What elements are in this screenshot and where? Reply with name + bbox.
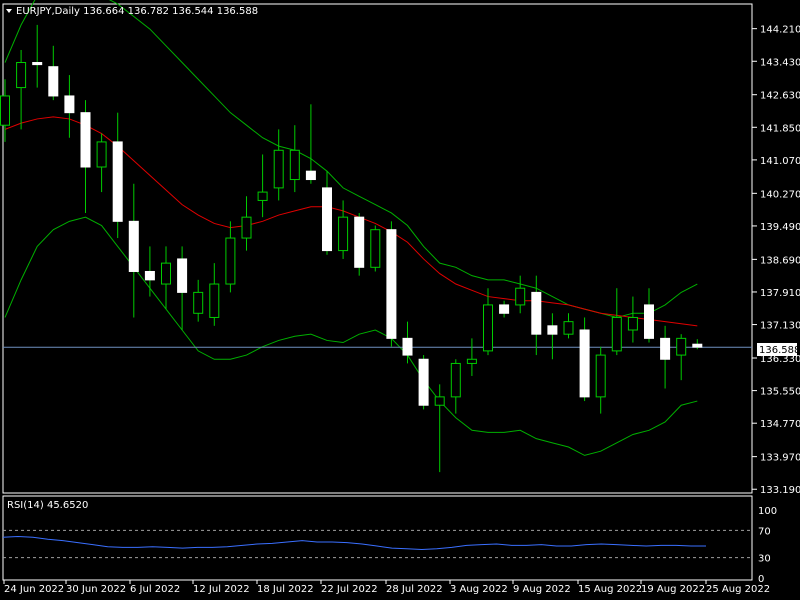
symbol-info: EURJPY,Daily 136.664 136.782 136.544 136… [16,6,258,17]
rsi-pane [2,529,752,559]
time-axis-label: 18 Jul 2022 [257,584,314,595]
bull-candle [209,283,220,318]
bull-candle [370,229,381,268]
bull-candle [257,191,268,201]
bull-candle [16,62,27,89]
time-axis-label: 3 Aug 2022 [450,584,508,595]
bull-candle [483,304,493,352]
time-axis-label: 15 Aug 2022 [578,584,642,595]
bear-candle [144,270,155,281]
time-axis-label: 25 Aug 2022 [706,584,770,595]
bear-candle [305,170,316,181]
price-axis-label: 137.910 [760,288,800,299]
bull-candle [289,149,300,181]
bollinger-lower-line [4,216,698,456]
bull-candle [96,141,107,168]
bear-candle [386,229,397,339]
rsi-axis-label: 0 [758,574,764,585]
price-axis-label: 133.190 [760,485,800,496]
bull-candle [338,216,349,252]
rsi-pane-frame [2,495,753,581]
bull-candle [563,321,574,335]
bear-candle [499,304,510,314]
bear-candle [418,358,429,406]
price-axis-label: 144.210 [760,25,800,36]
time-axis-label: 22 Jul 2022 [321,584,378,595]
price-axis-label: 133.970 [760,453,800,464]
bear-candle [644,304,654,339]
price-axis-label: 143.430 [760,57,800,68]
bull-candle [0,95,10,126]
bull-candle [595,354,606,398]
bear-candle [692,343,703,348]
bear-candle [579,329,590,398]
bull-candle [466,358,477,364]
bull-candle [193,291,204,314]
bear-candle [354,216,365,268]
bollinger-upper-line [4,0,698,318]
time-axis-label: 9 Aug 2022 [513,584,571,595]
bull-candle [627,316,638,331]
bear-candle [177,258,188,293]
time-axis-label: 30 Jun 2022 [66,584,126,595]
bull-candle [515,287,526,306]
price-tag: 136.588 [759,345,800,356]
chart-svg: 144.210 143.430 142.630 141.850 141.070 140.2… [0,0,800,595]
time-axis-label: 6 Jul 2022 [130,584,180,595]
time-axis-label: 19 Aug 2022 [641,584,705,595]
price-pane [0,0,752,473]
bear-candle [32,62,43,66]
rsi-axis-label: 100 [758,506,777,517]
bear-candle [547,325,558,335]
price-axis-label: 141.070 [760,156,800,167]
bull-candle [241,216,252,239]
bear-candle [128,220,139,272]
time-axis-label: 24 Jun 2022 [4,584,64,595]
price-axis-label: 139.490 [760,222,800,233]
price-axis-label: 137.130 [760,321,800,332]
bear-candle [531,291,542,335]
price-axis-label: 140.270 [760,189,800,200]
rsi-axis-label: 70 [758,526,771,537]
bear-candle [64,95,75,114]
bull-candle [434,396,445,406]
bull-candle [161,262,171,285]
bull-candle [225,237,236,285]
bull-candle [611,316,622,352]
bear-candle [660,337,671,360]
bull-candle [450,362,461,398]
bear-candle [112,141,123,222]
price-axis-label: 142.630 [760,91,800,102]
axes: 144.210 143.430 142.630 141.850 141.070 140.2… [3,25,800,595]
price-axis-label: 138.690 [760,255,800,266]
price-axis-label: 135.550 [760,387,800,398]
time-axis-label: 12 Jul 2022 [193,584,250,595]
bear-candle [48,66,59,97]
price-axis-label: 134.770 [760,419,800,430]
dropdown-triangle-icon[interactable] [6,9,12,13]
bull-candle [676,337,687,356]
bear-candle [322,187,332,252]
moving-average-line [4,116,698,327]
bull-candle [273,149,284,189]
rsi-line [2,536,706,550]
rsi-axis-label: 30 [758,554,771,565]
chart-window: 144.210 143.430 142.630 141.850 141.070 140.2… [0,0,800,600]
price-axis-label: 141.850 [760,123,800,134]
bear-candle [80,112,91,168]
rsi-title: RSI(14) 45.6520 [7,500,88,511]
bear-candle [402,337,413,356]
time-axis-label: 28 Jul 2022 [386,584,443,595]
